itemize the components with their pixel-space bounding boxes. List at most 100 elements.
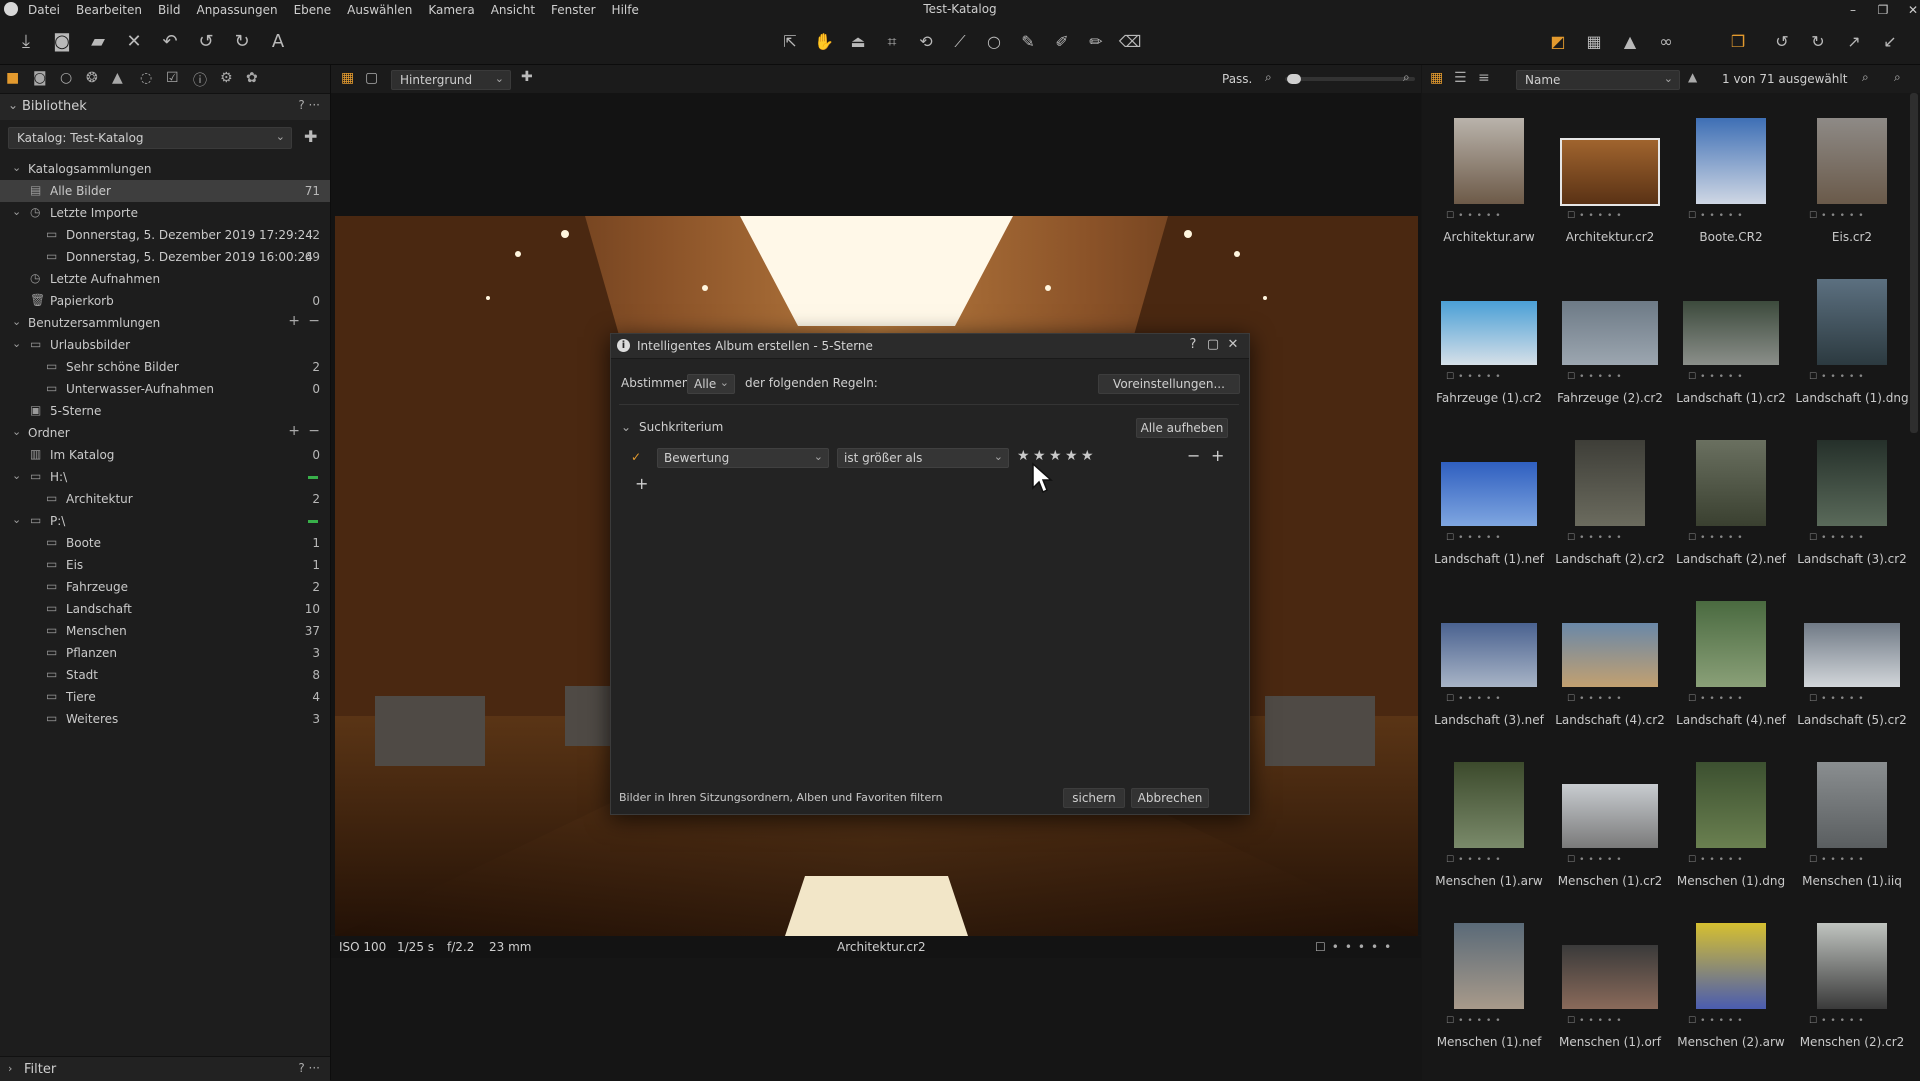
menu-ansicht[interactable]: Ansicht bbox=[491, 3, 535, 17]
add-folder-icon[interactable]: + bbox=[288, 423, 300, 439]
tree-import-1[interactable]: ▭ Donnerstag, 5. Dezember 2019 17:29:24 … bbox=[0, 224, 330, 246]
minimize-button[interactable]: – bbox=[1838, 3, 1868, 17]
remove-collection-icon[interactable]: − bbox=[308, 313, 320, 329]
add-layer-icon[interactable]: ✚ bbox=[521, 69, 533, 85]
thumbnail-rating[interactable]: ☐••••• bbox=[1446, 855, 1542, 865]
color-tab-icon[interactable]: ❂ bbox=[86, 70, 98, 86]
tree-vacation-item-1[interactable]: ▭ Sehr schöne Bilder 2 bbox=[0, 356, 330, 378]
stamp-tool-icon[interactable]: ⏏ bbox=[846, 30, 870, 54]
export-icon[interactable]: ▰ bbox=[86, 30, 110, 54]
presets-button[interactable]: Voreinstellungen... bbox=[1098, 374, 1240, 394]
thumbnail-item[interactable]: ☐••••• Menschen (2).arw bbox=[1672, 913, 1790, 1071]
rotate-left-icon[interactable]: ↺ bbox=[1770, 30, 1794, 54]
thumbnail-item[interactable]: ☐••••• Landschaft (3).cr2 bbox=[1793, 430, 1911, 588]
menu-anpassungen[interactable]: Anpassungen bbox=[196, 3, 277, 17]
filter-header[interactable]: › Filter ? ··· bbox=[0, 1056, 330, 1081]
rating-star-4[interactable]: ★ bbox=[1065, 448, 1078, 464]
thumbnail-image[interactable] bbox=[1696, 923, 1766, 1009]
thumbnail-image[interactable] bbox=[1562, 784, 1658, 848]
import-icon[interactable]: ⤓ bbox=[14, 30, 38, 54]
restore-button[interactable]: ❐ bbox=[1868, 3, 1898, 17]
delete-icon[interactable]: ✕ bbox=[122, 30, 146, 54]
chevron-down-icon[interactable]: ⌄ bbox=[621, 420, 631, 434]
thumbnail-image[interactable] bbox=[1562, 301, 1658, 365]
thumbnail-image[interactable] bbox=[1575, 440, 1645, 526]
tree-folder-pflanzen[interactable]: ▭ Pflanzen 3 bbox=[0, 642, 330, 664]
thumbnail-rating[interactable]: ☐••••• bbox=[1567, 211, 1663, 221]
thumbnail-rating[interactable]: ☐••••• bbox=[1567, 694, 1663, 704]
rule-enabled-checkbox[interactable]: ✓ bbox=[631, 450, 641, 464]
pan-tool-icon[interactable]: ✋ bbox=[812, 30, 836, 54]
menu-hilfe[interactable]: Hilfe bbox=[612, 3, 639, 17]
thumbnail-rating[interactable]: ☐••••• bbox=[1688, 533, 1784, 543]
rotate-right-icon[interactable]: ↻ bbox=[1806, 30, 1830, 54]
sort-direction-icon[interactable]: ▲ bbox=[1688, 70, 1697, 84]
thumbnail-item[interactable]: ☐••••• Landschaft (4).cr2 bbox=[1551, 591, 1669, 749]
rule-operator-select[interactable]: ist größer als ⌄ bbox=[837, 448, 1009, 468]
close-window-button[interactable]: ✕ bbox=[1898, 3, 1920, 17]
metadata-tab-icon[interactable]: ⓘ bbox=[193, 70, 207, 90]
thumbnail-item[interactable]: ☐••••• Menschen (1).orf bbox=[1551, 913, 1669, 1071]
cancel-button[interactable]: Abbrechen bbox=[1131, 788, 1209, 808]
exposure-tab-icon[interactable]: ▲ bbox=[112, 70, 123, 86]
rotate-tool-icon[interactable]: ⟲ bbox=[914, 30, 938, 54]
chevron-down-icon[interactable]: ⌄ bbox=[12, 469, 21, 482]
pen-tool-icon[interactable]: ✐ bbox=[1050, 30, 1074, 54]
menu-bearbeiten[interactable]: Bearbeiten bbox=[76, 3, 142, 17]
tree-recent-imports[interactable]: ⌄ ◷ Letzte Importe bbox=[0, 202, 330, 224]
menu-auswaehlen[interactable]: Auswählen bbox=[347, 3, 412, 17]
thumbnail-image[interactable] bbox=[1817, 279, 1887, 365]
add-criterion-button[interactable]: + bbox=[635, 474, 648, 493]
tree-folder-architektur[interactable]: ▭ Architektur 2 bbox=[0, 488, 330, 510]
tree-drive-p[interactable]: ⌄ ▭ P:\ bbox=[0, 510, 330, 532]
menu-kamera[interactable]: Kamera bbox=[428, 3, 474, 17]
circle-tool-icon[interactable]: ○ bbox=[982, 30, 1006, 54]
tree-vacation[interactable]: ⌄ ▭ Urlaubsbilder bbox=[0, 334, 330, 356]
menu-bild[interactable]: Bild bbox=[158, 3, 181, 17]
collapse-icon[interactable]: ↙ bbox=[1878, 30, 1902, 54]
crop-tool-icon[interactable]: ⌗ bbox=[880, 30, 904, 54]
tree-vacation-item-2[interactable]: ▭ Unterwasser-Aufnahmen 0 bbox=[0, 378, 330, 400]
thumbnail-item[interactable]: ☐••••• Fahrzeuge (2).cr2 bbox=[1551, 269, 1669, 427]
chevron-down-icon[interactable]: ⌄ bbox=[12, 161, 21, 174]
layer-select[interactable]: Hintergrund ⌄ bbox=[391, 70, 511, 90]
library-header[interactable]: ⌄ Bibliothek ? ··· bbox=[0, 94, 330, 120]
more-icon[interactable]: ··· bbox=[309, 98, 320, 112]
thumbnail-image[interactable] bbox=[1454, 923, 1524, 1009]
thumbnail-rating[interactable]: ☐••••• bbox=[1446, 694, 1542, 704]
thumbnail-rating[interactable]: ☐••••• bbox=[1567, 533, 1663, 543]
thumbnail-item[interactable]: ☐••••• Menschen (1).nef bbox=[1430, 913, 1548, 1071]
thumbnail-image[interactable] bbox=[1817, 762, 1887, 848]
thumbnail-image[interactable] bbox=[1696, 601, 1766, 687]
tree-trash[interactable]: 🗑 Papierkorb 0 bbox=[0, 290, 330, 312]
filter-icon[interactable]: ⌕ bbox=[1862, 70, 1869, 85]
thumbnail-item[interactable]: ☐••••• Architektur.cr2 bbox=[1551, 108, 1669, 266]
tree-folder-fahrzeuge[interactable]: ▭ Fahrzeuge 2 bbox=[0, 576, 330, 598]
dialog-help-button[interactable]: ? bbox=[1183, 337, 1203, 352]
search-icon[interactable]: ⌕ bbox=[1894, 70, 1901, 85]
thumbnail-rating[interactable]: ☐••••• bbox=[1809, 694, 1905, 704]
tree-catalog-collections[interactable]: ⌄ Katalogsammlungen bbox=[0, 158, 330, 180]
multi-view-icon[interactable]: ▦ bbox=[341, 70, 354, 86]
thumbnail-item[interactable]: ☐••••• Landschaft (2).cr2 bbox=[1551, 430, 1669, 588]
tree-folder-tiere[interactable]: ▭ Tiere 4 bbox=[0, 686, 330, 708]
heal-tool-icon[interactable]: ✏ bbox=[1084, 30, 1108, 54]
tree-in-catalog[interactable]: ▥ Im Katalog 0 bbox=[0, 444, 330, 466]
thumbnail-image[interactable] bbox=[1683, 301, 1779, 365]
thumbnail-item[interactable]: ☐••••• Boote.CR2 bbox=[1672, 108, 1790, 266]
exposure-warning-icon[interactable]: ◩ bbox=[1546, 30, 1570, 54]
help-icon[interactable]: ? bbox=[298, 1061, 304, 1075]
chevron-down-icon[interactable]: ⌄ bbox=[12, 315, 21, 328]
warning-icon[interactable]: ▲ bbox=[1618, 30, 1642, 54]
thumbnail-rating[interactable]: ☐••••• bbox=[1688, 855, 1784, 865]
thumbnail-item[interactable]: ☐••••• Menschen (2).cr2 bbox=[1793, 913, 1911, 1071]
thumbnail-rating[interactable]: ☐••••• bbox=[1446, 533, 1542, 543]
remove-rule-button[interactable]: − bbox=[1187, 446, 1200, 465]
thumbnail-item[interactable]: ☐••••• Menschen (1).arw bbox=[1430, 752, 1548, 910]
menu-ebene[interactable]: Ebene bbox=[294, 3, 332, 17]
thumbnail-rating[interactable]: ☐••••• bbox=[1446, 1016, 1542, 1026]
tree-all-images[interactable]: ▤ Alle Bilder 71 bbox=[0, 180, 330, 202]
thumbnail-image[interactable] bbox=[1562, 945, 1658, 1009]
match-select[interactable]: Alle ⌄ bbox=[687, 374, 735, 394]
thumbnail-image[interactable] bbox=[1441, 301, 1537, 365]
